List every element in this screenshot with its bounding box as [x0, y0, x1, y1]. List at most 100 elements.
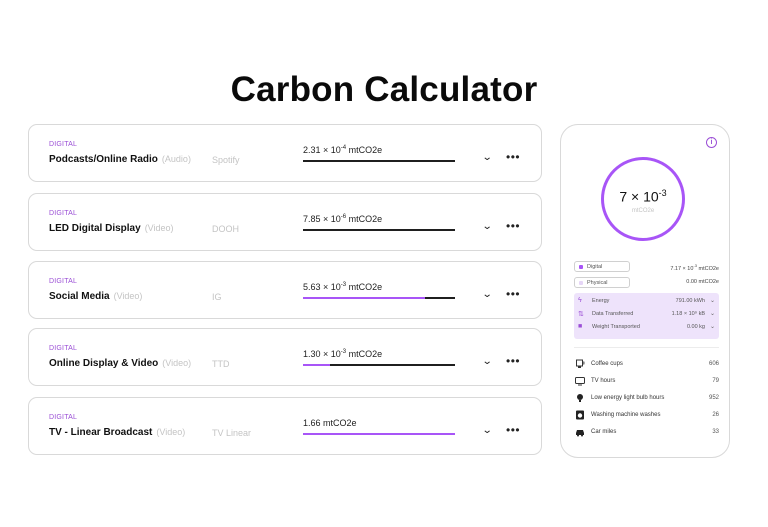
digital-swatch-icon [579, 265, 583, 269]
equivalent-row: TV hours 79 [575, 376, 719, 388]
equivalent-row: Car miles 33 [575, 427, 719, 439]
equivalent-row: Washing machine washes 26 [575, 410, 719, 422]
value-unit: mtCO2e [346, 282, 383, 292]
row-name-text: Online Display & Video [49, 358, 159, 369]
row-category: DIGITAL [49, 278, 78, 285]
row-name-text: TV - Linear Broadcast [49, 427, 153, 438]
chevron-down-icon[interactable]: ⌄ [710, 310, 715, 317]
row-platform: TTD [212, 359, 230, 369]
row-name-text: Social Media [49, 291, 110, 302]
chevron-down-icon[interactable]: ⌄ [710, 297, 715, 304]
tv-icon [575, 377, 585, 386]
digital-chip[interactable]: Digital [574, 261, 630, 272]
row-name-text: LED Digital Display [49, 223, 141, 234]
equivalent-value: 26 [712, 412, 719, 418]
breakdown-row-energy[interactable]: ϟ Energy 791.00 kWh ⌄ [578, 297, 715, 307]
progress-track [303, 160, 455, 162]
physical-swatch-icon [579, 281, 583, 285]
summary-physical-row[interactable]: Physical 0.00 mtCO2e [574, 277, 719, 288]
physical-chip[interactable]: Physical [574, 277, 630, 288]
info-icon[interactable]: i [706, 137, 717, 148]
equivalent-label: Car miles [591, 429, 617, 435]
row-type: (Video) [113, 291, 143, 301]
row-platform: Spotify [212, 155, 240, 165]
more-options-icon[interactable]: ••• [506, 150, 520, 164]
equivalent-label: Low energy light bulb hours [591, 395, 665, 401]
total-exponent: -3 [658, 188, 667, 198]
progress-track [303, 433, 455, 435]
value-unit: mtCO2e [346, 214, 383, 224]
row-type: (Video) [162, 358, 192, 368]
lightbulb-icon [577, 394, 583, 402]
equivalent-label: TV hours [591, 378, 616, 384]
breakdown-label: Data Transferred [592, 311, 634, 317]
row-name: LED Digital Display (Video) [49, 223, 174, 234]
more-options-icon[interactable]: ••• [506, 219, 520, 233]
value-mantissa: 5.63 × 10 [303, 282, 341, 292]
calc-row-led-display[interactable]: DIGITAL LED Digital Display (Video) DOOH … [28, 193, 542, 251]
breakdown-value: 791.00 kWh [675, 298, 705, 304]
physical-label: Physical [587, 280, 608, 286]
row-name-text: Podcasts/Online Radio [49, 154, 158, 165]
chevron-down-icon[interactable]: ⌄ [710, 323, 715, 330]
row-type: (Video) [144, 223, 174, 233]
row-type: (Audio) [161, 154, 191, 164]
calc-row-social-media[interactable]: DIGITAL Social Media (Video) IG 5.63 × 10… [28, 261, 542, 319]
equivalent-value: 606 [708, 361, 719, 367]
calc-row-podcasts[interactable]: DIGITAL Podcasts/Online Radio (Audio) Spo… [28, 124, 542, 182]
row-category: DIGITAL [49, 210, 78, 217]
equivalent-label: Coffee cups [591, 361, 623, 367]
equivalent-value: 79 [712, 378, 719, 384]
coffee-icon [576, 359, 585, 368]
calc-row-tv-linear[interactable]: DIGITAL TV - Linear Broadcast (Video) TV … [28, 397, 542, 455]
row-platform: TV Linear [212, 428, 252, 438]
total-ring: 7 × 10-3 mtCO2e [601, 157, 685, 241]
more-options-icon[interactable]: ••• [506, 423, 520, 437]
lightning-icon: ϟ [578, 297, 582, 304]
page-title: Carbon Calculator [230, 70, 538, 109]
breakdown-box: ϟ Energy 791.00 kWh ⌄ ⇅ Data Transferred… [574, 293, 719, 339]
value-mantissa: 7.85 × 10 [303, 214, 341, 224]
total-mantissa: 7 × 10 [619, 188, 659, 205]
digital-mantissa: 7.17 × 10 [670, 265, 694, 272]
row-value: 7.85 × 10-6 mtCO2e [303, 214, 382, 224]
chevron-down-icon[interactable]: ⌄ [482, 425, 493, 436]
value-mantissa: 2.31 × 10 [303, 145, 341, 155]
chevron-down-icon[interactable]: ⌄ [482, 356, 493, 367]
progress-fill [303, 364, 331, 366]
equivalent-row: Coffee cups 606 [575, 359, 719, 371]
summary-digital-row[interactable]: Digital 7.17 × 10-3 mtCO2e [574, 261, 719, 272]
breakdown-value: 1.18 × 10⁹ kB [671, 311, 705, 317]
equivalent-value: 33 [712, 429, 719, 435]
row-value: 1.30 × 10-3 mtCO2e [303, 349, 382, 359]
value-unit: mtCO2e [346, 145, 383, 155]
equivalent-row: Low energy light bulb hours 952 [575, 393, 719, 405]
progress-track [303, 297, 455, 299]
row-value: 5.63 × 10-3 mtCO2e [303, 282, 382, 292]
transfer-icon: ⇅ [578, 311, 584, 318]
row-value: 2.31 × 10-4 mtCO2e [303, 145, 382, 155]
breakdown-row-data[interactable]: ⇅ Data Transferred 1.18 × 10⁹ kB ⌄ [578, 310, 715, 320]
value-mantissa: 1.30 × 10 [303, 349, 341, 359]
physical-value: 0.00 mtCO2e [686, 279, 719, 285]
more-options-icon[interactable]: ••• [506, 354, 520, 368]
chevron-down-icon[interactable]: ⌄ [482, 289, 493, 300]
progress-fill [303, 433, 455, 435]
chevron-down-icon[interactable]: ⌄ [482, 152, 493, 163]
row-category: DIGITAL [49, 414, 78, 421]
row-name: Podcasts/Online Radio (Audio) [49, 154, 191, 165]
breakdown-label: Energy [592, 298, 610, 304]
total-value: 7 × 10-3 [604, 188, 682, 205]
chevron-down-icon[interactable]: ⌄ [482, 221, 493, 232]
row-name: Social Media (Video) [49, 291, 142, 302]
progress-track [303, 364, 455, 366]
digital-label: Digital [587, 264, 603, 270]
value-mantissa: 1.66 mtCO2e [303, 418, 357, 428]
progress-track [303, 229, 455, 231]
progress-fill [303, 297, 425, 299]
more-options-icon[interactable]: ••• [506, 287, 520, 301]
breakdown-row-weight[interactable]: ■ Weight Transported 0.00 kg ⌄ [578, 323, 715, 333]
row-type: (Video) [156, 427, 186, 437]
calc-row-online-display[interactable]: DIGITAL Online Display & Video (Video) TT… [28, 328, 542, 386]
digital-unit: mtCO2e [696, 265, 720, 272]
